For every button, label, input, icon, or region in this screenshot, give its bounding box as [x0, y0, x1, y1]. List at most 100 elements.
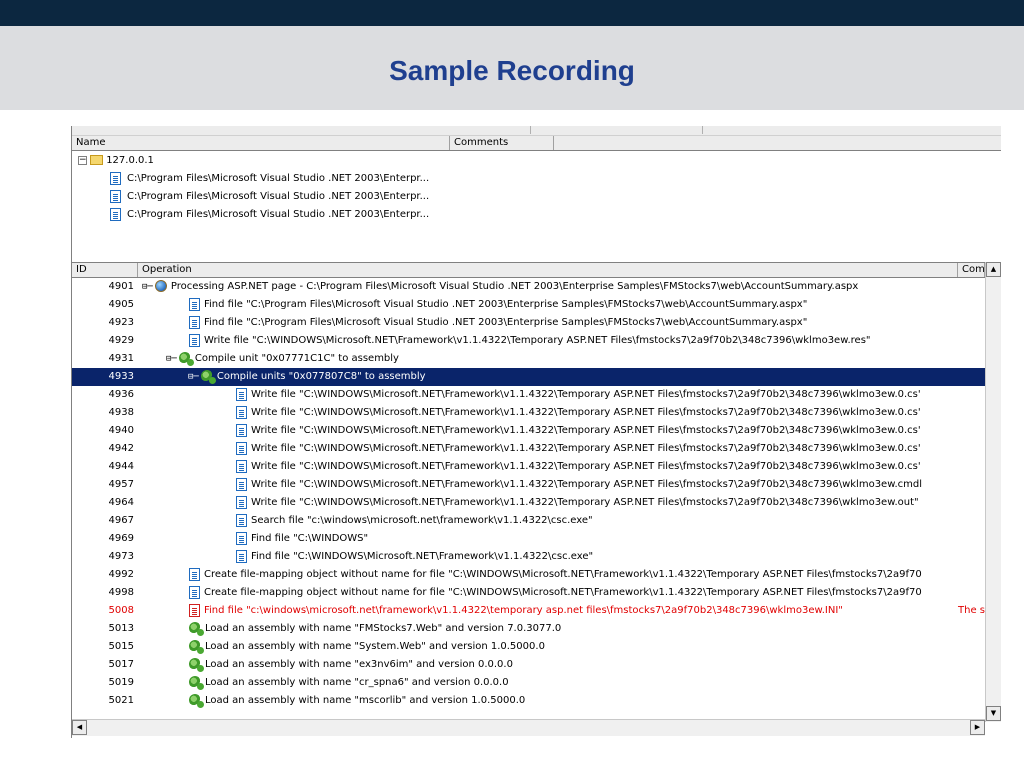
- table-row[interactable]: 5008 Find file "c:\windows\microsoft.net\…: [72, 602, 1001, 620]
- table-row[interactable]: 5015 Load an assembly with name "System.W…: [72, 638, 1001, 656]
- table-row[interactable]: 4938 Write file "C:\WINDOWS\Microsoft.NET…: [72, 404, 1001, 422]
- horizontal-scrollbar[interactable]: ◀ ▶: [72, 719, 985, 736]
- row-id: 4973: [108, 551, 134, 562]
- operation-text: Write file "C:\WINDOWS\Microsoft.NET\Fra…: [251, 461, 921, 472]
- gear-icon: [189, 640, 204, 654]
- table-row[interactable]: 5019 Load an assembly with name "cr_spna6…: [72, 674, 1001, 692]
- row-operation: ⊟─ Compile unit "0x07771C1C" to assembly: [166, 350, 399, 368]
- tree-collapse-toggle[interactable]: ⊟─: [142, 278, 153, 296]
- document-icon: [189, 567, 200, 581]
- document-icon: [189, 603, 200, 617]
- row-id: 4940: [108, 425, 134, 436]
- gear-icon: [178, 352, 194, 366]
- scroll-up-button[interactable]: ▲: [986, 262, 1001, 277]
- session-item[interactable]: C:\Program Files\Microsoft Visual Studio…: [110, 188, 429, 205]
- operation-text: Find file "c:\windows\microsoft.net\fram…: [204, 605, 843, 616]
- operation-text: Find file "C:\WINDOWS": [251, 533, 369, 544]
- table-row[interactable]: 4905 Find file "C:\Program Files\Microsof…: [72, 296, 1001, 314]
- table-row[interactable]: 4942 Write file "C:\WINDOWS\Microsoft.NET…: [72, 440, 1001, 458]
- session-item[interactable]: C:\Program Files\Microsoft Visual Studio…: [110, 170, 429, 187]
- row-id: 4923: [108, 317, 134, 328]
- pane-splitter-strip[interactable]: [72, 126, 1001, 136]
- session-header: Name Comments: [72, 136, 1001, 151]
- folder-icon: [90, 155, 104, 165]
- table-row[interactable]: 4957 Write file "C:\WINDOWS\Microsoft.NET…: [72, 476, 1001, 494]
- table-row[interactable]: 4944 Write file "C:\WINDOWS\Microsoft.NET…: [72, 458, 1001, 476]
- table-row[interactable]: 4931 ⊟─ Compile unit "0x07771C1C" to assem…: [72, 350, 1001, 368]
- row-operation: ⊟─ Processing ASP.NET page - C:\Program F…: [142, 278, 858, 296]
- document-icon: [236, 387, 247, 401]
- row-operation: Load an assembly with name "cr_spna6" an…: [189, 674, 509, 692]
- splitter-tick: [702, 126, 703, 134]
- document-icon: [236, 549, 247, 563]
- session-item[interactable]: C:\Program Files\Microsoft Visual Studio…: [110, 206, 429, 223]
- table-row[interactable]: 4940 Write file "C:\WINDOWS\Microsoft.NET…: [72, 422, 1001, 440]
- operation-text: Compile unit "0x07771C1C" to assembly: [194, 353, 399, 364]
- document-icon: [110, 189, 121, 203]
- gear-icon: [189, 622, 204, 636]
- table-row[interactable]: 5017 Load an assembly with name "ex3nv6im…: [72, 656, 1001, 674]
- table-row[interactable]: 4969 Find file "C:\WINDOWS": [72, 530, 1001, 548]
- splitter-tick: [530, 126, 531, 134]
- row-operation: Write file "C:\WINDOWS\Microsoft.NET\Fra…: [236, 422, 921, 440]
- column-header-id[interactable]: ID: [72, 263, 138, 277]
- column-header-name[interactable]: Name: [72, 136, 450, 150]
- vertical-scrollbar[interactable]: ▲ ▼: [985, 262, 1001, 722]
- row-operation: Load an assembly with name "FMStocks7.We…: [189, 620, 561, 638]
- scroll-right-button[interactable]: ▶: [970, 720, 985, 735]
- row-operation: Load an assembly with name "ex3nv6im" an…: [189, 656, 513, 674]
- table-row[interactable]: 4901 ⊟─ Processing ASP.NET page - C:\Progr…: [72, 278, 1001, 296]
- globe-icon: [154, 280, 167, 292]
- tree-collapse-toggle[interactable]: ⊟─: [166, 350, 177, 368]
- row-id: 4944: [108, 461, 134, 472]
- row-id: 4905: [108, 299, 134, 310]
- row-id: 5015: [108, 641, 134, 652]
- operation-text: Find file "C:\WINDOWS\Microsoft.NET\Fram…: [251, 551, 594, 562]
- row-operation: Find file "C:\WINDOWS\Microsoft.NET\Fram…: [236, 548, 593, 566]
- table-row[interactable]: 4933 ⊟─ Compile units "0x077807C8" to asse…: [72, 368, 1001, 386]
- table-row[interactable]: 5021 Load an assembly with name "mscorlib…: [72, 692, 1001, 710]
- row-operation: Write file "C:\WINDOWS\Microsoft.NET\Fra…: [236, 404, 921, 422]
- row-operation: Write file "C:\WINDOWS\Microsoft.NET\Fra…: [189, 332, 871, 350]
- session-root-row[interactable]: − 127.0.0.1: [78, 152, 154, 169]
- row-id: 4942: [108, 443, 134, 454]
- row-operation: Create file-mapping object without name …: [189, 584, 922, 602]
- table-row[interactable]: 4967 Search file "c:\windows\microsoft.ne…: [72, 512, 1001, 530]
- table-row[interactable]: 4998 Create file-mapping object without n…: [72, 584, 1001, 602]
- session-item-label: C:\Program Files\Microsoft Visual Studio…: [127, 209, 430, 220]
- collapse-toggle[interactable]: −: [78, 155, 87, 165]
- table-row[interactable]: 4964 Write file "C:\WINDOWS\Microsoft.NET…: [72, 494, 1001, 512]
- row-id: 5008: [108, 605, 134, 616]
- operation-text: Processing ASP.NET page - C:\Program Fil…: [170, 281, 859, 292]
- row-id: 4936: [108, 389, 134, 400]
- column-header-operation[interactable]: Operation: [138, 263, 958, 277]
- row-comment: The s: [958, 605, 985, 616]
- row-id: 4933: [108, 371, 134, 382]
- document-icon: [236, 513, 247, 527]
- row-operation: Search file "c:\windows\microsoft.net\fr…: [236, 512, 593, 530]
- row-operation: Find file "C:\WINDOWS": [236, 530, 368, 548]
- table-row[interactable]: 4973 Find file "C:\WINDOWS\Microsoft.NET\…: [72, 548, 1001, 566]
- table-row[interactable]: 5013 Load an assembly with name "FMStocks…: [72, 620, 1001, 638]
- row-operation: Write file "C:\WINDOWS\Microsoft.NET\Fra…: [236, 494, 919, 512]
- operation-text: Load an assembly with name "cr_spna6" an…: [205, 677, 509, 688]
- scroll-down-button[interactable]: ▼: [986, 706, 1001, 721]
- document-icon: [236, 531, 247, 545]
- row-id: 4967: [108, 515, 134, 526]
- column-header-comments[interactable]: Comments: [450, 136, 554, 150]
- scroll-left-button[interactable]: ◀: [72, 720, 87, 735]
- gear-icon: [189, 694, 204, 708]
- tree-collapse-toggle[interactable]: ⊟─: [188, 368, 199, 386]
- table-row[interactable]: 4992 Create file-mapping object without n…: [72, 566, 1001, 584]
- table-row[interactable]: 4923 Find file "C:\Program Files\Microsof…: [72, 314, 1001, 332]
- column-header-comments[interactable]: Comm: [958, 263, 985, 277]
- operation-text: Write file "C:\WINDOWS\Microsoft.NET\Fra…: [251, 425, 921, 436]
- table-row[interactable]: 4929 Write file "C:\WINDOWS\Microsoft.NET…: [72, 332, 1001, 350]
- operation-text: Write file "C:\WINDOWS\Microsoft.NET\Fra…: [251, 479, 923, 490]
- ops-header: ID Operation Comm: [72, 262, 985, 278]
- table-row[interactable]: 4936 Write file "C:\WINDOWS\Microsoft.NET…: [72, 386, 1001, 404]
- row-id: 5017: [108, 659, 134, 670]
- operation-text: Write file "C:\WINDOWS\Microsoft.NET\Fra…: [251, 389, 921, 400]
- row-operation: Find file "c:\windows\microsoft.net\fram…: [189, 602, 843, 620]
- row-operation: Write file "C:\WINDOWS\Microsoft.NET\Fra…: [236, 458, 921, 476]
